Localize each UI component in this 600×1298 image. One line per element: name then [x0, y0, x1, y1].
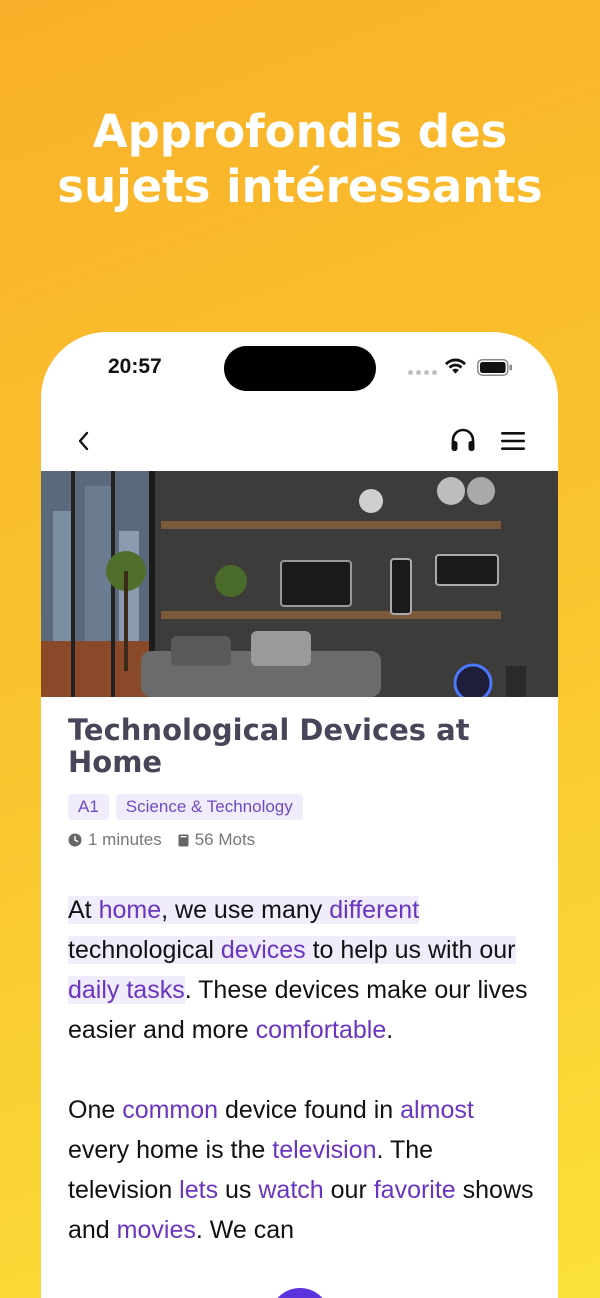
article-tags: A1 Science & Technology [68, 794, 538, 820]
vocab-word[interactable]: television [272, 1136, 376, 1164]
reading-duration: 1 minutes [88, 830, 162, 849]
vocab-word[interactable]: lets [179, 1176, 218, 1204]
hero-illustration [41, 471, 558, 697]
chevron-left-icon[interactable] [71, 428, 97, 454]
hamburger-menu-icon[interactable] [498, 426, 528, 456]
clock-icon [68, 833, 82, 847]
wifi-icon [444, 358, 467, 374]
promo-headline: Approfondis des sujets intéressants [0, 104, 600, 214]
top-nav-bar [41, 412, 558, 470]
battery-icon [477, 359, 512, 376]
vocab-word[interactable]: watch [258, 1176, 323, 1204]
article-body: At home, we use many different technolog… [68, 890, 538, 1250]
article-title: Technological Devices at Home [68, 713, 470, 779]
status-bar: 20:57 [41, 332, 558, 402]
word-count: 56 Mots [194, 830, 256, 849]
article-hero-image [41, 471, 558, 697]
vocab-word[interactable]: almost [400, 1096, 474, 1124]
vocab-word[interactable]: daily tasks [68, 976, 185, 1004]
promo-headline-line2: sujets intéressants [57, 160, 543, 213]
vocab-word[interactable]: home [99, 896, 162, 924]
level-tag[interactable]: A1 [68, 794, 109, 820]
article-content: Technological Devices at Home A1 Science… [68, 697, 538, 1290]
status-time: 20:57 [108, 355, 162, 378]
vocab-word[interactable]: different [329, 896, 419, 924]
signal-dots-icon [408, 370, 437, 375]
promo-headline-line1: Approfondis des [92, 105, 508, 158]
vocab-word[interactable]: comfortable [256, 1016, 387, 1044]
headphones-icon[interactable] [448, 425, 478, 455]
paragraph-1: At home, we use many different technolog… [68, 896, 528, 1044]
category-tag[interactable]: Science & Technology [115, 794, 303, 820]
article-meta: 1 minutes 56 Mots [68, 830, 538, 850]
vocab-word[interactable]: movies [117, 1216, 196, 1244]
vocab-word[interactable]: common [122, 1096, 218, 1124]
phone-frame: 20:57 Technological Devices at Home A1 S… [41, 332, 558, 1298]
book-icon [178, 834, 189, 846]
vocab-word[interactable]: devices [221, 936, 306, 964]
vocab-word[interactable]: favorite [374, 1176, 456, 1204]
dynamic-island [224, 346, 376, 391]
paragraph-2: One common device found in almost every … [68, 1096, 534, 1244]
